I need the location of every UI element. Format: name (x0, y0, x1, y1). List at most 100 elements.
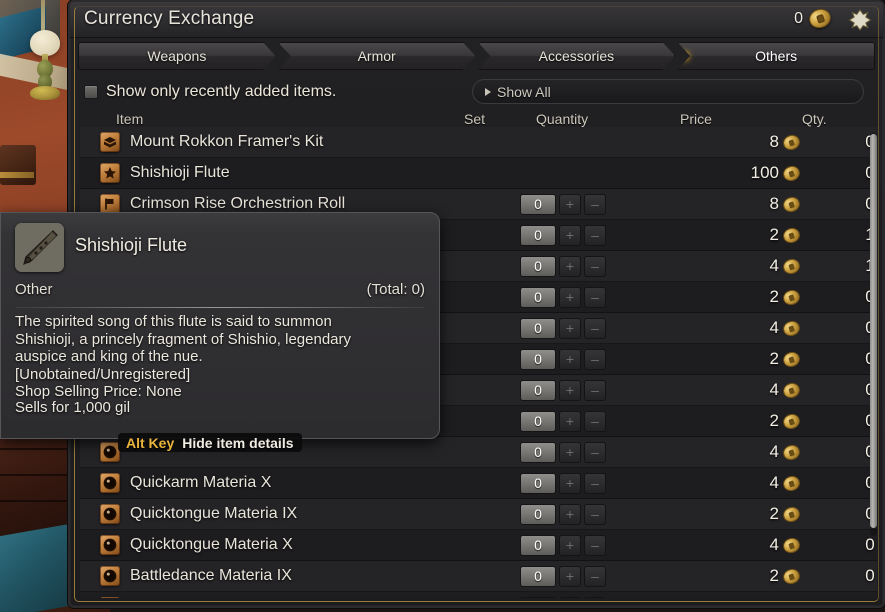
quantity-increase-button[interactable]: + (559, 441, 581, 463)
quantity-input[interactable]: 0 (520, 441, 556, 463)
list-scrollbar-thumb[interactable] (870, 134, 877, 528)
quantity-stepper[interactable]: 0+– (520, 224, 606, 246)
tab-others[interactable]: Others (677, 42, 875, 70)
quantity-decrease-button[interactable]: – (584, 503, 606, 525)
quantity-input[interactable]: 0 (520, 224, 556, 246)
allagan-tomestone-coin-icon (781, 411, 802, 431)
price-cell: 2 (640, 287, 802, 307)
quantity-increase-button[interactable]: + (559, 503, 581, 525)
materia-icon (100, 442, 120, 462)
table-row[interactable]: Quicktongue Materia X 0 + –4 0 (80, 530, 877, 561)
quantity-stepper[interactable]: 0+– (520, 503, 606, 525)
quantity-decrease-button[interactable]: – (584, 379, 606, 401)
list-scrollbar-track[interactable] (870, 132, 877, 536)
quantity-increase-button[interactable]: + (559, 410, 581, 432)
price-value: 2 (769, 287, 779, 306)
lamp-base (30, 86, 60, 100)
allagan-tomestone-coin-icon (781, 163, 802, 183)
tab-label: Weapons (147, 48, 207, 64)
quantity-stepper[interactable]: 0+– (520, 441, 606, 463)
quantity-stepper[interactable]: 0+– (520, 286, 606, 308)
tab-weapons[interactable]: Weapons (78, 42, 276, 70)
quantity-input[interactable]: 0 (520, 379, 556, 401)
quantity-increase-button[interactable]: + (559, 534, 581, 556)
quantity-stepper[interactable]: 0+– (520, 348, 606, 370)
filter-row: Show only recently added items. Show All (84, 78, 873, 106)
quantity-increase-button[interactable]: + (559, 224, 581, 246)
price-value: 4 (769, 473, 779, 492)
tooltip-description: The spirited song of this flute is said … (15, 313, 352, 400)
materia-icon (100, 473, 120, 493)
quantity-increase-button[interactable]: + (559, 255, 581, 277)
quantity-increase-button[interactable]: + (559, 565, 581, 587)
quantity-stepper[interactable]: 0+– (520, 317, 606, 339)
quantity-increase-button[interactable]: + (559, 193, 581, 215)
price-cell: 4 (640, 473, 802, 493)
quantity-decrease-button[interactable]: – (584, 317, 606, 339)
quantity-stepper[interactable]: 0+– (520, 534, 606, 556)
quantity-stepper[interactable]: 0+– (520, 193, 606, 215)
allagan-tomestone-coin-icon (806, 6, 834, 31)
quantity-input[interactable]: 0 (520, 255, 556, 277)
quantity-increase-button[interactable]: + (559, 472, 581, 494)
close-icon[interactable] (847, 7, 873, 33)
quantity-decrease-button[interactable]: – (584, 565, 606, 587)
price-value: 100 (750, 163, 779, 182)
quantity-input[interactable]: 0 (520, 410, 556, 432)
quantity-decrease-button[interactable]: – (584, 472, 606, 494)
quantity-decrease-button[interactable]: – (584, 224, 606, 246)
quantity-decrease-button[interactable]: – (584, 410, 606, 432)
allagan-tomestone-coin-icon (781, 566, 802, 586)
quantity-input[interactable]: 0 (520, 472, 556, 494)
allagan-tomestone-coin-icon (781, 287, 802, 307)
table-row[interactable]: Shishioji Flute1000 (80, 158, 877, 189)
tab-label: Armor (357, 48, 396, 64)
quantity-input[interactable]: 0 (520, 565, 556, 587)
lamp-shade (30, 30, 60, 56)
quantity-decrease-button[interactable]: – (584, 286, 606, 308)
price-value: 8 (769, 132, 779, 151)
price-value: 4 (769, 256, 779, 275)
quantity-stepper[interactable]: 0+– (520, 410, 606, 432)
quantity-increase-button[interactable]: + (559, 317, 581, 339)
allagan-tomestone-coin-icon (781, 597, 802, 598)
tab-armor[interactable]: Armor (278, 42, 476, 70)
quantity-input[interactable]: 0 (520, 193, 556, 215)
table-row[interactable]: Quicktongue Materia IX 0+– 2 0 (80, 499, 877, 530)
quantity-stepper[interactable]: 0+– (520, 565, 606, 587)
quantity-decrease-button[interactable]: – (584, 534, 606, 556)
quantity-input[interactable]: 0 (520, 596, 556, 598)
quantity-input[interactable]: 0 (520, 348, 556, 370)
quantity-stepper[interactable]: 0+– (520, 255, 606, 277)
quantity-decrease-button[interactable]: – (584, 441, 606, 463)
tab-accessories[interactable]: Accessories (478, 42, 676, 70)
blue-rug-bottom (0, 523, 70, 612)
table-row[interactable]: Quickarm Materia X 0+– 4 0 (80, 468, 877, 499)
quantity-increase-button[interactable]: + (559, 596, 581, 598)
quantity-increase-button[interactable]: + (559, 348, 581, 370)
quantity-increase-button[interactable]: + (559, 379, 581, 401)
quantity-decrease-button[interactable]: – (584, 255, 606, 277)
quantity-input[interactable]: 0 (520, 286, 556, 308)
quantity-stepper[interactable]: 0+– (520, 472, 606, 494)
table-row[interactable]: Battledance Materia X0+–40 (80, 592, 877, 598)
show-all-button[interactable]: Show All (472, 79, 864, 104)
quantity-input[interactable]: 0 (520, 503, 556, 525)
table-row[interactable]: Battledance Materia IX 0 + –2 0 (80, 561, 877, 592)
quantity-decrease-button[interactable]: – (584, 348, 606, 370)
item-name: Crimson Rise Orchestrion Roll (130, 195, 346, 212)
table-row[interactable]: Mount Rokkon Framer's Kit80 (80, 127, 877, 158)
price-cell: 4 (640, 318, 802, 338)
quantity-decrease-button[interactable]: – (584, 193, 606, 215)
quantity-input[interactable]: 0 (520, 534, 556, 556)
tooltip-hint-action: Hide item details (182, 434, 294, 451)
window-titlebar: Currency Exchange 0 (70, 2, 883, 38)
quantity-decrease-button[interactable]: – (584, 596, 606, 598)
quantity-stepper[interactable]: 0+– (520, 379, 606, 401)
show-recent-checkbox[interactable] (84, 85, 98, 99)
allagan-tomestone-coin-icon (781, 473, 802, 493)
crate-prop (0, 145, 36, 185)
quantity-increase-button[interactable]: + (559, 286, 581, 308)
quantity-input[interactable]: 0 (520, 317, 556, 339)
quantity-stepper[interactable]: 0+– (520, 596, 606, 598)
